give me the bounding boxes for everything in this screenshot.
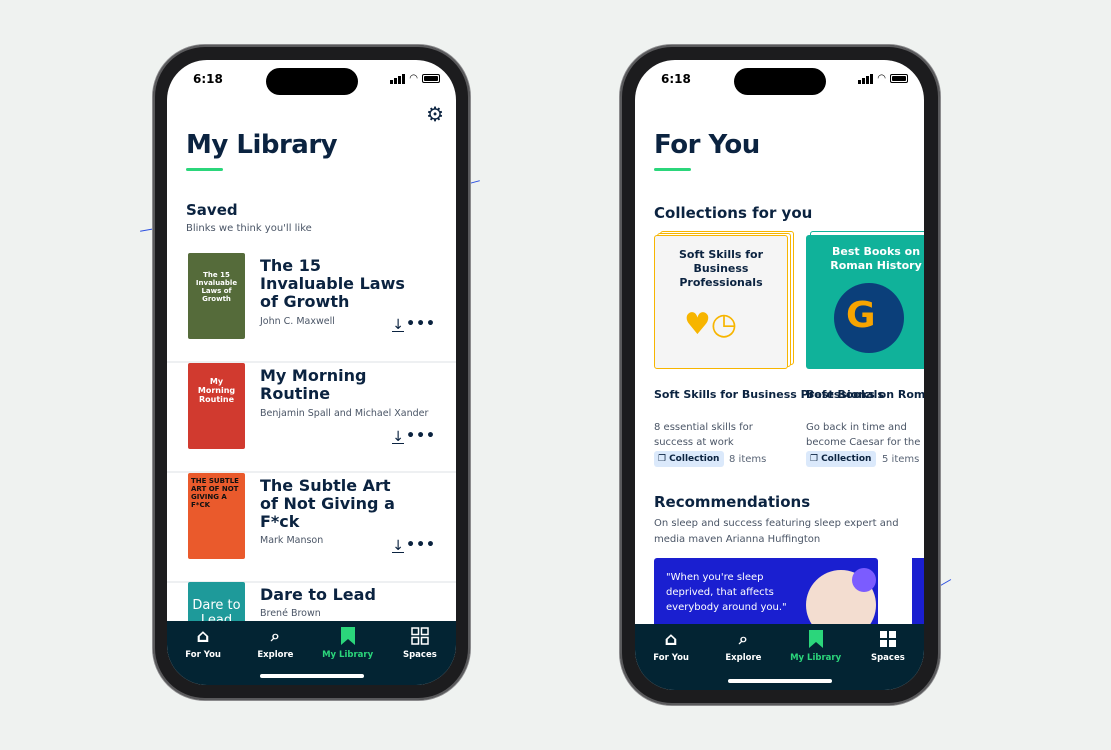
dynamic-island — [733, 68, 826, 95]
badge-label: Collection — [821, 454, 872, 464]
dynamic-island — [265, 68, 358, 95]
nav-label: For You — [653, 653, 689, 663]
book-title: Dare to Lead — [260, 585, 376, 604]
nav-label: Explore — [725, 653, 762, 663]
collection-card[interactable]: Best Books on Roman History G Best Books… — [806, 231, 924, 467]
item-count: 8 items — [729, 454, 767, 465]
nav-label: Spaces — [870, 653, 905, 663]
nav-label: Explore — [257, 650, 294, 660]
battery-icon — [422, 74, 440, 83]
badge-label: Collection — [669, 454, 720, 464]
wifi-icon: ◠ — [409, 73, 418, 84]
saved-subtitle: Blinks we think you'll like — [186, 223, 312, 234]
book-cover: THE SUBTLE ART OF NOT GIVING A F*CK — [188, 473, 245, 559]
book-row[interactable]: My Morning Routine My Morning Routine Be… — [167, 363, 456, 473]
book-title: The Subtle Art of Not Giving a F*ck — [260, 476, 395, 531]
collection-desc: 8 essential skills for success at work — [654, 422, 753, 448]
collection-icon: ❐ — [658, 454, 667, 464]
bookmark-icon — [340, 625, 355, 647]
item-count: 5 items — [882, 454, 920, 465]
book-author: John C. Maxwell — [260, 316, 335, 327]
download-icon[interactable]: ↓ — [392, 539, 404, 553]
home-icon: ⌂ — [196, 625, 210, 647]
home-icon: ⌂ — [664, 628, 678, 650]
book-cover: My Morning Routine — [188, 363, 245, 449]
download-icon[interactable]: ↓ — [392, 430, 404, 444]
saved-heading: Saved — [186, 201, 238, 219]
status-time: 6:18 — [661, 72, 691, 86]
screen: 6:18 ◠ For You Collections for you Soft … — [635, 60, 924, 690]
nav-for-you[interactable]: ⌂ For You — [641, 628, 701, 690]
decor-dot — [852, 568, 876, 592]
helmet-icon: G — [846, 295, 876, 336]
illustration-icon: ♥◷ — [684, 307, 738, 342]
book-author: Mark Manson — [260, 535, 324, 546]
phone-my-library: 6:18 ◠ ⚙ My Library Saved Blinks we thin… — [153, 45, 470, 700]
quote-text: "When you're sleep deprived, that affect… — [666, 572, 787, 613]
bottom-nav: ⌂ For You ⌕ Explore My Library Spaces — [635, 624, 924, 690]
more-options-icon[interactable]: ••• — [406, 316, 436, 332]
nav-label: Spaces — [402, 650, 437, 660]
grid-icon — [879, 628, 897, 650]
bookmark-icon — [808, 628, 823, 650]
nav-spaces[interactable]: Spaces — [390, 625, 450, 685]
page-title: For You — [654, 130, 760, 160]
collection-badge: ❐ Collection — [806, 451, 877, 467]
settings-gear-icon[interactable]: ⚙ — [426, 102, 444, 126]
title-underline — [654, 168, 691, 171]
recommendations-heading: Recommendations — [654, 493, 811, 511]
nav-label: My Library — [322, 650, 374, 660]
signal-icon — [858, 73, 874, 84]
collection-icon: ❐ — [810, 454, 819, 464]
nav-spaces[interactable]: Spaces — [858, 628, 918, 690]
more-options-icon[interactable]: ••• — [406, 537, 436, 553]
status-time: 6:18 — [193, 72, 223, 86]
nav-label: For You — [185, 650, 221, 660]
collection-badge: ❐ Collection — [654, 451, 725, 467]
recommendations-desc: On sleep and success featuring sleep exp… — [654, 518, 899, 545]
nav-label: My Library — [790, 653, 842, 663]
status-icons: ◠ — [858, 73, 908, 84]
wifi-icon: ◠ — [877, 73, 886, 84]
collection-desc: Go back in time and become Caesar for th… — [806, 422, 921, 448]
more-options-icon[interactable]: ••• — [406, 428, 436, 444]
search-icon: ⌕ — [270, 626, 280, 645]
download-icon[interactable]: ↓ — [392, 318, 404, 332]
book-author: Brené Brown — [260, 608, 321, 619]
grid-icon — [411, 625, 429, 647]
home-indicator — [727, 679, 832, 683]
signal-icon — [390, 73, 406, 84]
book-author: Benjamin Spall and Michael Xander — [260, 408, 429, 419]
book-title: The 15 Invaluable Laws of Growth — [260, 256, 405, 311]
nav-for-you[interactable]: ⌂ For You — [173, 625, 233, 685]
bottom-nav: ⌂ For You ⌕ Explore My Library Spaces — [167, 621, 456, 685]
collection-title: Best Books on Roman History — [806, 388, 924, 401]
collection-cover: Soft Skills for Business Professionals — [654, 235, 788, 369]
book-title: My Morning Routine — [260, 366, 367, 403]
collection-card[interactable]: Soft Skills for Business Professionals ♥… — [654, 231, 884, 467]
search-icon: ⌕ — [738, 629, 748, 648]
book-row[interactable]: THE SUBTLE ART OF NOT GIVING A F*CK The … — [167, 473, 456, 583]
battery-icon — [890, 74, 908, 83]
status-icons: ◠ — [390, 73, 440, 84]
home-indicator — [259, 674, 364, 678]
phone-for-you: 6:18 ◠ For You Collections for you Soft … — [620, 45, 940, 705]
collections-carousel[interactable]: Soft Skills for Business Professionals ♥… — [654, 231, 924, 475]
screen: 6:18 ◠ ⚙ My Library Saved Blinks we thin… — [167, 60, 456, 685]
book-row[interactable]: The 15 Invaluable Laws of Growth The 15 … — [167, 253, 456, 363]
book-cover: The 15 Invaluable Laws of Growth — [188, 253, 245, 339]
page-title: My Library — [186, 130, 338, 160]
collections-heading: Collections for you — [654, 204, 813, 222]
title-underline — [186, 168, 223, 171]
